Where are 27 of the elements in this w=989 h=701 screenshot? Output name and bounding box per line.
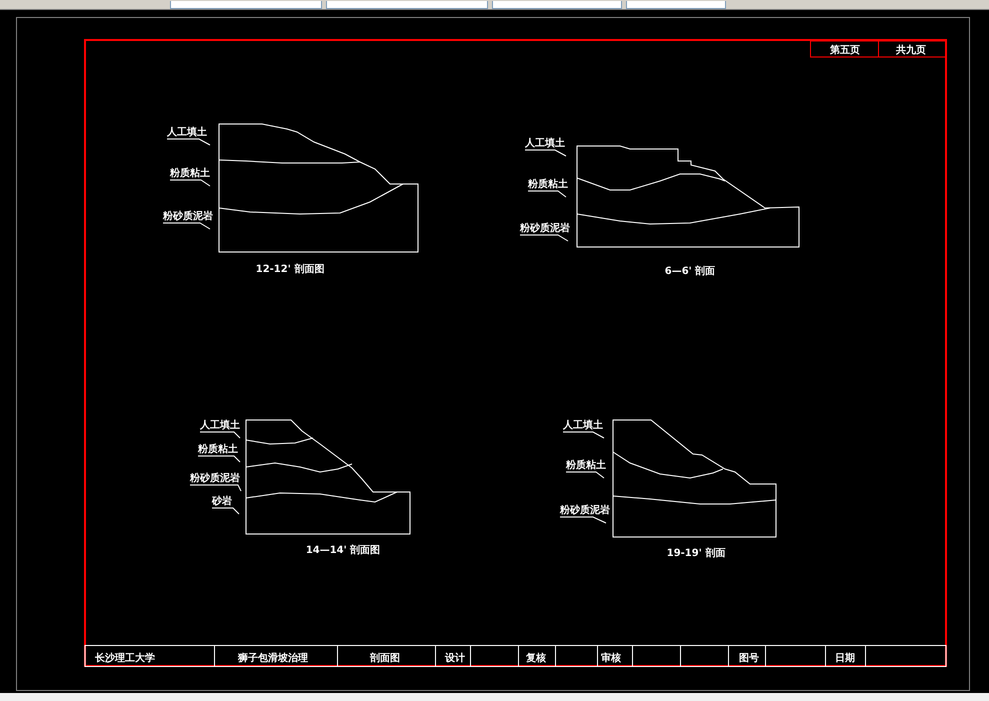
title-block-text: 狮子包滑坡治理 [238, 653, 308, 664]
layer-label: 人工填土 [563, 420, 603, 431]
section-caption: 6—6' 剖面 [664, 266, 716, 277]
layer-label: 粉质粘土 [528, 179, 568, 190]
layer-label: 粉砂质泥岩 [190, 473, 240, 484]
title-block-text: 复核 [526, 653, 546, 664]
title-block-text: 审核 [601, 653, 621, 664]
title-block-text: 图号 [739, 653, 759, 664]
page-total: 共九页 [896, 45, 926, 56]
layer-label: 粉砂质泥岩 [163, 211, 213, 222]
title-block-text: 长沙理工大学 [95, 653, 155, 664]
layer-label: 砂岩 [212, 496, 232, 507]
section-caption: 19-19' 剖面 [666, 548, 726, 559]
title-block-text: 日期 [835, 653, 855, 664]
layer-label: 人工填土 [200, 420, 240, 431]
title-block-text: 设计 [445, 653, 465, 664]
section-caption: 14—14' 剖面图 [306, 545, 380, 556]
layer-label: 人工填土 [525, 138, 565, 149]
section-caption: 12-12' 剖面图 [256, 264, 324, 275]
layer-label: 粉质粘土 [566, 460, 606, 471]
layer-label: 粉质粘土 [198, 444, 238, 455]
layer-label: 粉砂质泥岩 [520, 223, 570, 234]
layer-label: 粉砂质泥岩 [560, 505, 610, 516]
page-number: 第五页 [830, 45, 860, 56]
title-block-text: 剖面图 [370, 653, 400, 664]
layer-label: 粉质粘土 [170, 168, 210, 179]
layer-label: 人工填土 [167, 127, 207, 138]
